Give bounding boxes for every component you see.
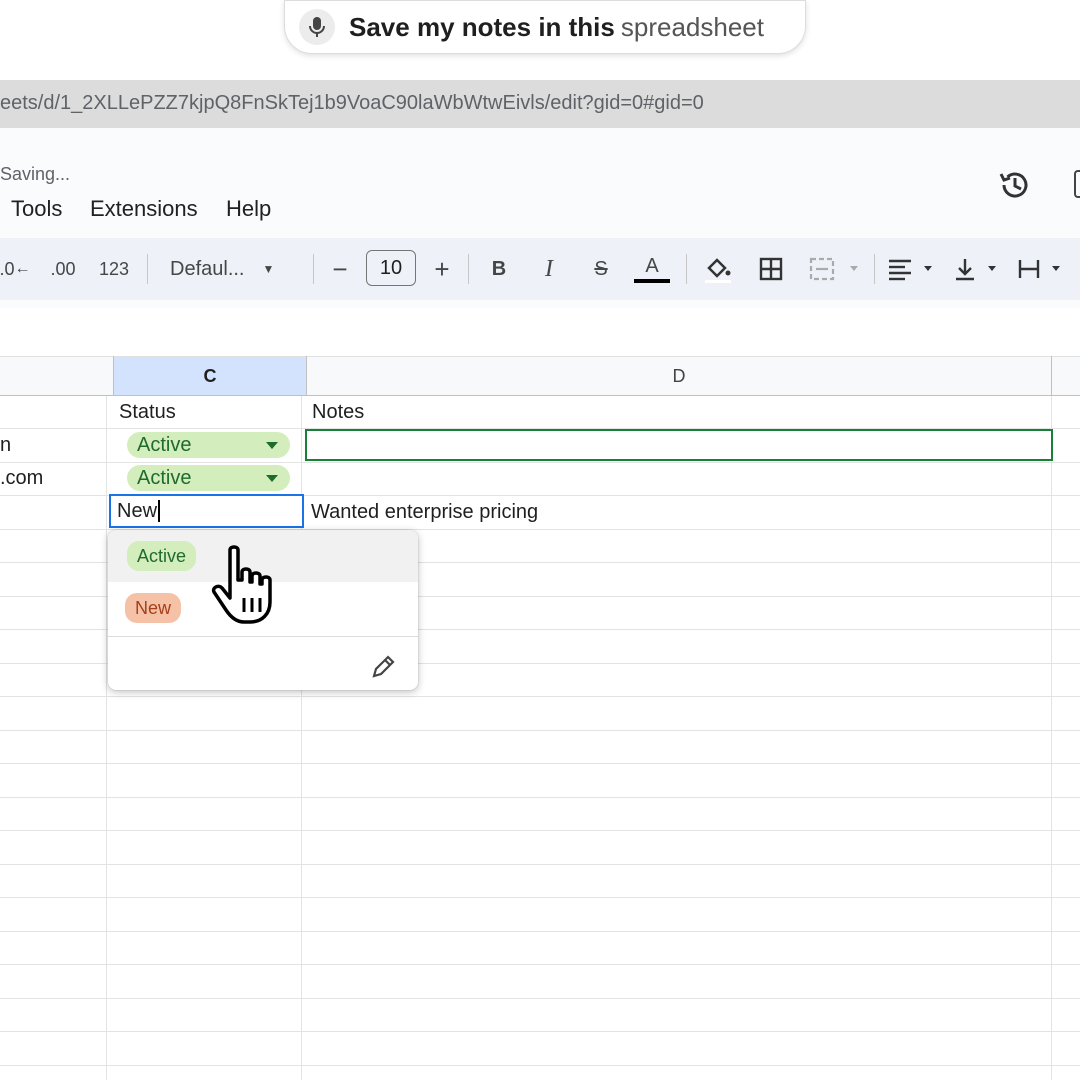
pencil-icon[interactable]	[370, 654, 396, 680]
column-gridline	[106, 396, 107, 1080]
column-header-c[interactable]: C	[114, 357, 306, 395]
cell-b3-fragment[interactable]: .com	[0, 467, 43, 490]
dropdown-option-new[interactable]: New	[125, 593, 182, 623]
comment-icon[interactable]	[1074, 170, 1080, 198]
dropdown-option-active[interactable]: Active	[127, 541, 197, 571]
toolbar-separator	[874, 254, 875, 284]
row-gridline	[0, 830, 1080, 831]
notes-cell-d4[interactable]: Wanted enterprise pricing	[311, 501, 538, 524]
bold-button[interactable]: B	[484, 252, 514, 286]
selected-cell-d2[interactable]	[305, 429, 1053, 461]
text-color-button[interactable]: A	[634, 252, 670, 286]
increase-font-size-button[interactable]: +	[428, 252, 456, 286]
font-size-input[interactable]: 10	[366, 250, 416, 286]
decrease-decimal-button[interactable]: .0 ←	[0, 252, 31, 286]
column-divider	[306, 356, 307, 396]
row-gridline	[0, 1031, 1080, 1032]
row-gridline	[0, 998, 1080, 999]
status-chip-active[interactable]: Active	[127, 465, 290, 491]
row-gridline	[0, 797, 1080, 798]
notes-header-cell[interactable]: Notes	[312, 401, 364, 424]
hand-cursor-icon	[208, 544, 288, 628]
increase-decimal-button[interactable]: .00	[46, 252, 80, 286]
voice-command-text: Save my notes in this spreadsheet	[349, 11, 764, 42]
column-gridline	[1051, 396, 1052, 1080]
chevron-down-icon: ▼	[262, 262, 275, 276]
cell-b2-fragment[interactable]: n	[0, 434, 11, 457]
row-gridline	[0, 931, 1080, 932]
toolbar-separator	[313, 254, 314, 284]
vertical-align-icon[interactable]	[952, 252, 1004, 286]
row-gridline	[0, 696, 1080, 697]
strikethrough-button[interactable]: S	[586, 252, 616, 286]
decrease-font-size-button[interactable]: −	[326, 252, 354, 286]
number-format-button[interactable]: 123	[96, 252, 132, 286]
fill-color-icon[interactable]	[700, 252, 736, 286]
toolbar-separator	[686, 254, 687, 284]
microphone-icon	[299, 9, 335, 45]
row-gridline	[0, 462, 1080, 463]
save-status: Saving...	[0, 164, 71, 184]
voice-command-pill: Save my notes in this spreadsheet	[284, 0, 806, 54]
cell-editor-input[interactable]: New	[109, 494, 304, 528]
history-icon[interactable]	[996, 166, 1034, 204]
row-gridline	[0, 964, 1080, 965]
row-gridline	[0, 730, 1080, 731]
italic-button[interactable]: I	[534, 252, 564, 286]
toolbar-separator	[147, 254, 148, 284]
column-divider	[113, 356, 114, 396]
text-wrapping-icon[interactable]	[1016, 252, 1072, 286]
menu-extensions[interactable]: Extensions	[90, 196, 198, 222]
font-family-select[interactable]: Defaul... ▼	[170, 252, 290, 286]
row-gridline	[0, 897, 1080, 898]
row-gridline	[0, 763, 1080, 764]
horizontal-align-icon[interactable]	[886, 252, 938, 286]
column-header-d[interactable]: D	[307, 357, 1051, 395]
menu-tools[interactable]: Tools	[11, 196, 62, 222]
status-chip-active[interactable]: Active	[127, 432, 290, 458]
row-gridline	[0, 1065, 1080, 1066]
dropdown-divider	[108, 636, 418, 637]
chevron-down-icon	[266, 442, 278, 449]
chevron-down-icon	[266, 475, 278, 482]
borders-icon[interactable]	[756, 252, 786, 286]
text-cursor	[158, 500, 161, 522]
merge-cells-icon[interactable]	[808, 252, 864, 286]
toolbar-separator	[468, 254, 469, 284]
status-header-cell[interactable]: Status	[119, 401, 176, 424]
url-text[interactable]: eets/d/1_2XLLePZZ7kjpQ8FnSkTej1b9VoaC90l…	[0, 92, 704, 115]
column-divider	[1051, 356, 1052, 396]
row-gridline	[0, 864, 1080, 865]
menu-help[interactable]: Help	[226, 196, 271, 222]
